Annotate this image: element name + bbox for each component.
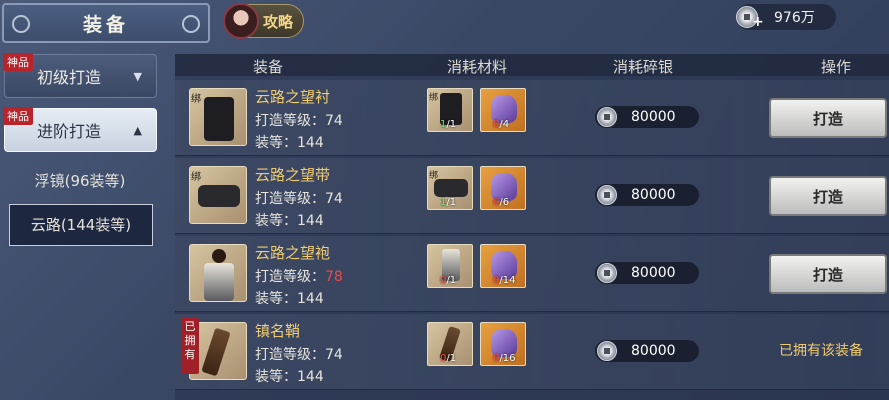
equipment-slot[interactable]	[189, 244, 247, 302]
table-row: 绑 云路之望衬 打造等级：74 装等：144 绑 1/1 0/4 80000 打…	[175, 80, 889, 156]
divine-tag: 神品	[3, 107, 33, 125]
bound-mark: 绑	[191, 94, 201, 105]
menu-category-advanced[interactable]: 神品 进阶打造 ▲	[3, 107, 157, 152]
table-header: 装备 消耗材料 消耗碎银 操作	[175, 54, 889, 76]
menu-category-basic[interactable]: 神品 初级打造 ▼	[3, 53, 157, 98]
silver-coin-icon	[597, 107, 617, 127]
sheath-icon	[201, 327, 231, 377]
silver-cost: 80000	[595, 262, 699, 284]
guide-avatar	[223, 3, 259, 39]
equipment-name: 云路之望袍	[255, 244, 331, 262]
header-equipment: 装备	[253, 58, 284, 76]
material-slot[interactable]: 绑 1/1	[427, 166, 473, 210]
table-row: 已拥有 镇名鞘 打造等级：74 装等：144 0/1 0/16 80000 已拥…	[175, 314, 889, 390]
belt-icon	[198, 185, 240, 207]
ornament-icon	[182, 15, 200, 33]
owned-tag: 已拥有	[181, 318, 199, 374]
silver-coin-icon	[597, 185, 617, 205]
craft-button[interactable]: 打造	[769, 254, 887, 294]
material-slot[interactable]: 0/1	[427, 244, 473, 288]
bound-mark: 绑	[191, 172, 201, 183]
craft-button[interactable]: 打造	[769, 176, 887, 216]
material-count: 0/1	[440, 353, 457, 364]
bound-mark: 绑	[429, 93, 439, 103]
figure-head	[212, 249, 226, 263]
belt-icon	[434, 179, 468, 197]
gown-icon	[204, 263, 234, 301]
material-count: 1/1	[440, 197, 457, 208]
material-count: 0/6	[493, 197, 510, 208]
owned-status-text: 已拥有该装备	[779, 343, 863, 359]
equipment-name: 镇名鞘	[255, 322, 301, 340]
silver-coin-icon	[597, 263, 617, 283]
silver-coin-icon	[597, 341, 617, 361]
silver-cost: 80000	[595, 184, 699, 206]
table-row: 绑 云路之望带 打造等级：74 装等：144 绑 1/1 0/6 80000 打…	[175, 158, 889, 234]
submenu-yunlu[interactable]: 云路(144装等)	[9, 204, 153, 246]
page-title: 装备	[82, 13, 129, 36]
page-title-bar: 装备	[2, 3, 210, 43]
craft-level: 打造等级：78	[255, 269, 343, 285]
material-slot[interactable]: 0/14	[480, 244, 526, 288]
material-count: 1/1	[440, 119, 457, 130]
silver-currency[interactable]: + 976万	[736, 4, 836, 30]
divine-tag: 神品	[3, 53, 33, 71]
crafting-table: 装备 消耗材料 消耗碎银 操作 绑 云路之望衬 打造等级：74 装等：144 绑…	[175, 54, 889, 400]
silver-cost: 80000	[595, 340, 699, 362]
material-count: 0/4	[493, 119, 510, 130]
header-action: 操作	[821, 58, 852, 76]
craft-button[interactable]: 打造	[769, 98, 887, 138]
equip-level: 装等：144	[255, 291, 324, 307]
material-count: 0/14	[493, 275, 516, 286]
craft-level: 打造等级：74	[255, 347, 343, 363]
craft-level: 打造等级：74	[255, 113, 343, 129]
table-row: 云路之望袍 打造等级：78 装等：144 0/1 0/14 80000 打造	[175, 236, 889, 312]
add-currency-icon[interactable]: +	[752, 14, 764, 30]
equipment-name: 云路之望衬	[255, 88, 331, 106]
guide-label: 攻略	[263, 12, 294, 31]
material-count: 0/16	[493, 353, 516, 364]
material-count: 0/1	[440, 275, 457, 286]
equip-level: 装等：144	[255, 369, 324, 385]
silver-cost: 80000	[595, 106, 699, 128]
equipment-slot[interactable]: 绑	[189, 166, 247, 224]
equipment-name: 云路之望带	[255, 166, 331, 184]
header-materials: 消耗材料	[447, 58, 508, 76]
submenu-fujing[interactable]: 浮镜(96装等)	[16, 170, 144, 194]
equip-level: 装等：144	[255, 213, 324, 229]
equipment-slot[interactable]: 绑	[189, 88, 247, 146]
header-silver: 消耗碎银	[613, 58, 674, 76]
equip-level: 装等：144	[255, 135, 324, 151]
material-slot[interactable]: 0/6	[480, 166, 526, 210]
menu-category-label: 进阶打造	[37, 122, 102, 141]
currency-amount: 976万	[774, 10, 815, 26]
guide-button[interactable]: 攻略	[223, 3, 304, 39]
chevron-down-icon: ▼	[133, 69, 142, 83]
material-slot[interactable]: 绑 1/1	[427, 88, 473, 132]
chevron-up-icon: ▲	[133, 123, 142, 137]
craft-level: 打造等级：74	[255, 191, 343, 207]
material-slot[interactable]: 0/16	[480, 322, 526, 366]
material-slot[interactable]: 0/4	[480, 88, 526, 132]
menu-category-label: 初级打造	[37, 68, 102, 87]
robe-icon	[204, 97, 234, 141]
material-slot[interactable]: 0/1	[427, 322, 473, 366]
ornament-icon	[12, 15, 30, 33]
